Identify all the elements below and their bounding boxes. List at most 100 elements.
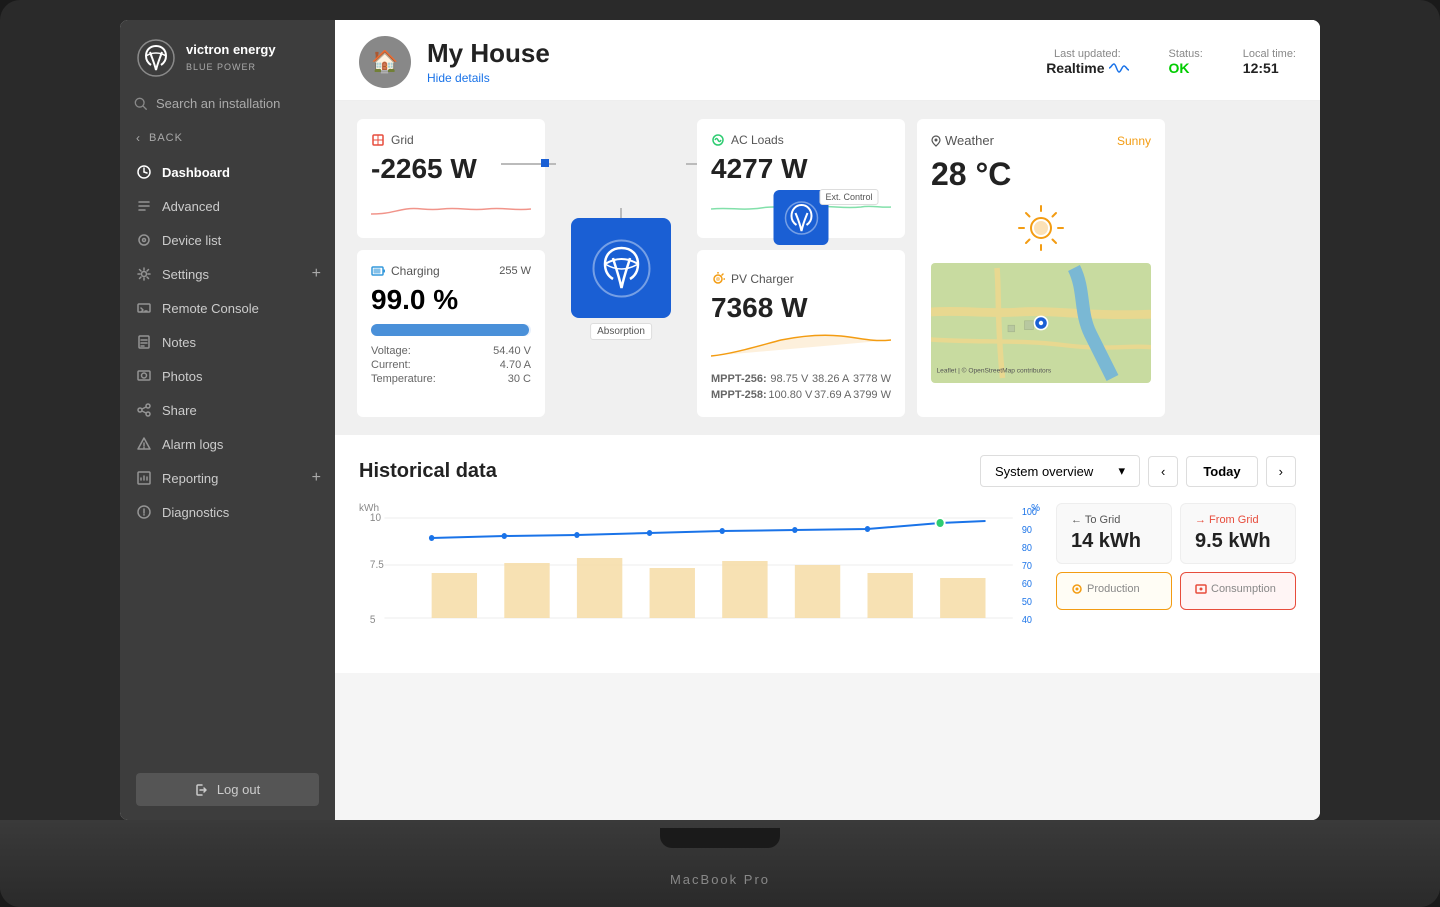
battery-bar-outer (371, 324, 531, 336)
header-left: 🏠 My House Hide details (359, 36, 550, 88)
hide-details-link[interactable]: Hide details (427, 71, 490, 85)
alarm-logs-icon (136, 436, 152, 452)
sidebar-item-label-settings: Settings (162, 267, 209, 282)
laptop-notch (660, 828, 780, 848)
svg-text:5: 5 (370, 614, 376, 627)
reporting-plus-icon[interactable]: + (312, 469, 321, 487)
prev-period-button[interactable]: ‹ (1148, 456, 1178, 487)
pv-charger-widget: Ext. Control PV Charge (697, 250, 905, 417)
search-icon (134, 97, 148, 111)
inverter-label: Absorption (590, 323, 652, 340)
location-icon (931, 135, 941, 147)
reporting-icon (136, 470, 152, 486)
device-list-icon (136, 232, 152, 248)
search-placeholder-text: Search an installation (156, 96, 280, 111)
svg-text:70: 70 (1022, 561, 1032, 573)
today-button[interactable]: Today (1186, 456, 1257, 487)
back-button[interactable]: ‹ BACK (120, 125, 335, 155)
sidebar-item-label-diagnostics: Diagnostics (162, 505, 229, 520)
weather-temperature: 28 °C (931, 156, 1151, 193)
chart-y-label: kWh (359, 503, 379, 514)
sidebar-item-photos[interactable]: Photos (120, 359, 335, 393)
weather-widget: Weather Sunny 28 °C (917, 119, 1165, 417)
system-overview-dropdown[interactable]: System overview ▾ (980, 455, 1140, 487)
consumption-label: Consumption (1195, 583, 1281, 595)
sidebar-item-device-list[interactable]: Device list (120, 223, 335, 257)
status-label: Status: (1169, 48, 1203, 60)
historical-chart-svg: 10 7.5 5 100 90 80 70 60 50 40 (359, 503, 1040, 653)
local-time-meta: Local time: 12:51 (1243, 48, 1296, 76)
battery-percent: 99.0 % (371, 284, 531, 316)
sidebar-item-label-remote-console: Remote Console (162, 301, 259, 316)
stats-row-1: ← To Grid 14 kWh → From Grid 9.5 kWh (1056, 503, 1296, 564)
realtime-wave-icon (1109, 62, 1129, 74)
sidebar-item-label-device-list: Device list (162, 233, 221, 248)
battery-current-row: Current: 4.70 A (371, 358, 531, 372)
sidebar-item-label-dashboard: Dashboard (162, 165, 230, 180)
logo-text: victron energy BLUE POWER (186, 42, 276, 74)
sidebar-item-share[interactable]: Share (120, 393, 335, 427)
battery-bar-inner (371, 324, 529, 336)
sidebar-item-advanced[interactable]: Advanced (120, 189, 335, 223)
grid-label: Grid (371, 133, 531, 147)
weather-header: Weather Sunny (931, 133, 1151, 148)
settings-plus-icon[interactable]: + (312, 265, 321, 283)
chart-container: kWh % 10 7.5 5 100 90 80 70 60 (359, 503, 1040, 653)
consumption-card: Consumption (1180, 572, 1296, 610)
search-installation[interactable]: Search an installation (120, 90, 335, 125)
logout-button[interactable]: Log out (136, 773, 319, 806)
dashboard-icon (136, 164, 152, 180)
laptop-brand: MacBook Pro (670, 872, 770, 887)
next-period-button[interactable]: › (1266, 456, 1296, 487)
svg-text:Leaflet | © OpenStreetMap cont: Leaflet | © OpenStreetMap contributors (937, 367, 1052, 375)
battery-label: Charging 255 W (371, 264, 531, 278)
grid-chart (371, 189, 531, 224)
status-meta: Status: OK (1169, 48, 1203, 76)
sidebar: victron energy BLUE POWER Search an inst… (120, 20, 335, 820)
svg-text:90: 90 (1022, 525, 1032, 537)
dashboard-widgets: Grid -2265 W (335, 101, 1320, 435)
sidebar-item-diagnostics[interactable]: Diagnostics (120, 495, 335, 529)
victron-inverter-logo (589, 236, 654, 301)
last-updated-label: Last updated: (1046, 48, 1128, 60)
chart-percent-label: % (1031, 503, 1040, 514)
inverter-box-wrapper: Absorption (571, 218, 671, 318)
from-grid-label: → From Grid (1195, 514, 1281, 526)
header-meta: Last updated: Realtime Status: OK (1046, 48, 1296, 76)
sidebar-item-notes[interactable]: Notes (120, 325, 335, 359)
pv-details: MPPT-256: 98.75 V 38.26 A 3778 W MPPT-25… (711, 371, 891, 403)
pv-inverter-box: Ext. Control (774, 190, 829, 245)
chart-area: kWh % 10 7.5 5 100 90 80 70 60 (359, 503, 1296, 653)
production-label: Production (1071, 583, 1157, 595)
grid-widget: Grid -2265 W (357, 119, 545, 238)
battery-voltage-row: Voltage: 54.40 V (371, 344, 531, 358)
pv-inverter-wrapper: Ext. Control (774, 190, 829, 245)
pv-charger-icon (711, 272, 725, 286)
main-content: 🏠 My House Hide details Last updated: Re… (335, 20, 1320, 820)
stats-row-2: Production Consumption (1056, 572, 1296, 610)
ac-loads-value: 4277 W (711, 153, 891, 185)
svg-text:40: 40 (1022, 615, 1032, 627)
svg-text:50: 50 (1022, 597, 1032, 609)
sidebar-item-dashboard[interactable]: Dashboard (120, 155, 335, 189)
local-time-value: 12:51 (1243, 60, 1296, 76)
historical-header: Historical data System overview ▾ ‹ Toda… (359, 455, 1296, 487)
logout-label: Log out (217, 782, 260, 797)
weather-condition: Sunny (1117, 134, 1151, 148)
local-time-label: Local time: (1243, 48, 1296, 60)
sidebar-item-alarm-logs[interactable]: Alarm logs (120, 427, 335, 461)
photos-icon (136, 368, 152, 384)
stats-cards: ← To Grid 14 kWh → From Grid 9.5 kWh (1056, 503, 1296, 653)
sidebar-item-reporting[interactable]: Reporting + (120, 461, 335, 495)
main-header: 🏠 My House Hide details Last updated: Re… (335, 20, 1320, 101)
pv-charger-chart (711, 328, 891, 363)
production-card: Production (1056, 572, 1172, 610)
chevron-down-icon: ▾ (1118, 463, 1125, 479)
sidebar-item-remote-console[interactable]: Remote Console (120, 291, 335, 325)
back-arrow-icon: ‹ (136, 131, 141, 145)
pv-inverter-logo (781, 198, 821, 238)
historical-title: Historical data (359, 460, 497, 483)
historical-controls: System overview ▾ ‹ Today › (980, 455, 1296, 487)
ext-control-badge: Ext. Control (819, 189, 878, 205)
sidebar-item-settings[interactable]: Settings + (120, 257, 335, 291)
